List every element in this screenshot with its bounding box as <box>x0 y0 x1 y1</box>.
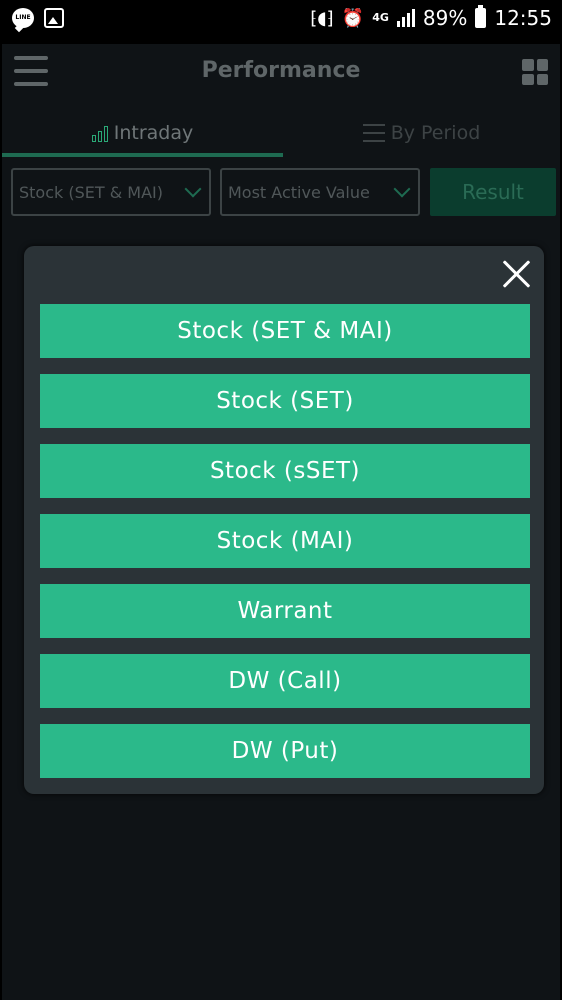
page-title: Performance <box>201 58 361 83</box>
active-tab-indicator <box>2 153 283 157</box>
app-header: Performance <box>2 44 560 102</box>
result-button[interactable]: Result <box>430 168 556 216</box>
line-app-icon: LINE <box>12 8 34 28</box>
battery-icon <box>475 5 487 28</box>
status-bar: LINE ⁅◖⁆ ⏰ 4G 89% 12:55 <box>2 0 560 44</box>
ranking-dropdown[interactable]: Most Active Value <box>220 168 420 216</box>
option-warrant[interactable]: Warrant <box>40 584 530 638</box>
option-dw-call[interactable]: DW (Call) <box>40 654 530 708</box>
chevron-down-icon <box>184 180 202 198</box>
network-type: 4G <box>372 11 389 24</box>
app-screen: LINE ⁅◖⁆ ⏰ 4G 89% 12:55 Performance Intr… <box>2 0 560 1000</box>
signal-icon <box>396 9 415 27</box>
close-icon[interactable] <box>498 256 534 292</box>
vibrate-icon: ⁅◖⁆ <box>310 7 334 29</box>
market-select-modal: Stock (SET & MAI) Stock (SET) Stock (sSE… <box>24 246 544 794</box>
sliders-icon <box>362 124 385 142</box>
market-dropdown-value: Stock (SET & MAI) <box>19 182 164 202</box>
option-stock-set-mai[interactable]: Stock (SET & MAI) <box>40 304 530 358</box>
bar-chart-icon <box>91 124 108 142</box>
option-list: Stock (SET & MAI) Stock (SET) Stock (sSE… <box>40 304 530 794</box>
tab-intraday-label: Intraday <box>113 122 194 144</box>
tab-bar: Intraday By Period <box>2 108 560 158</box>
chevron-down-icon <box>393 180 411 198</box>
ranking-dropdown-value: Most Active Value <box>228 182 370 202</box>
tab-intraday[interactable]: Intraday <box>2 108 283 158</box>
tab-by-period[interactable]: By Period <box>283 108 560 158</box>
filter-bar: Stock (SET & MAI) Most Active Value Resu… <box>2 168 560 218</box>
image-icon <box>44 8 64 28</box>
grid-icon[interactable] <box>522 59 548 85</box>
market-dropdown[interactable]: Stock (SET & MAI) <box>11 168 211 216</box>
option-stock-set[interactable]: Stock (SET) <box>40 374 530 428</box>
tab-by-period-label: By Period <box>390 122 481 144</box>
battery-percent: 89% <box>422 6 468 30</box>
option-stock-sset[interactable]: Stock (sSET) <box>40 444 530 498</box>
alarm-icon: ⏰ <box>341 7 365 29</box>
option-dw-put[interactable]: DW (Put) <box>40 724 530 778</box>
option-stock-mai[interactable]: Stock (MAI) <box>40 514 530 568</box>
clock: 12:55 <box>494 6 552 30</box>
